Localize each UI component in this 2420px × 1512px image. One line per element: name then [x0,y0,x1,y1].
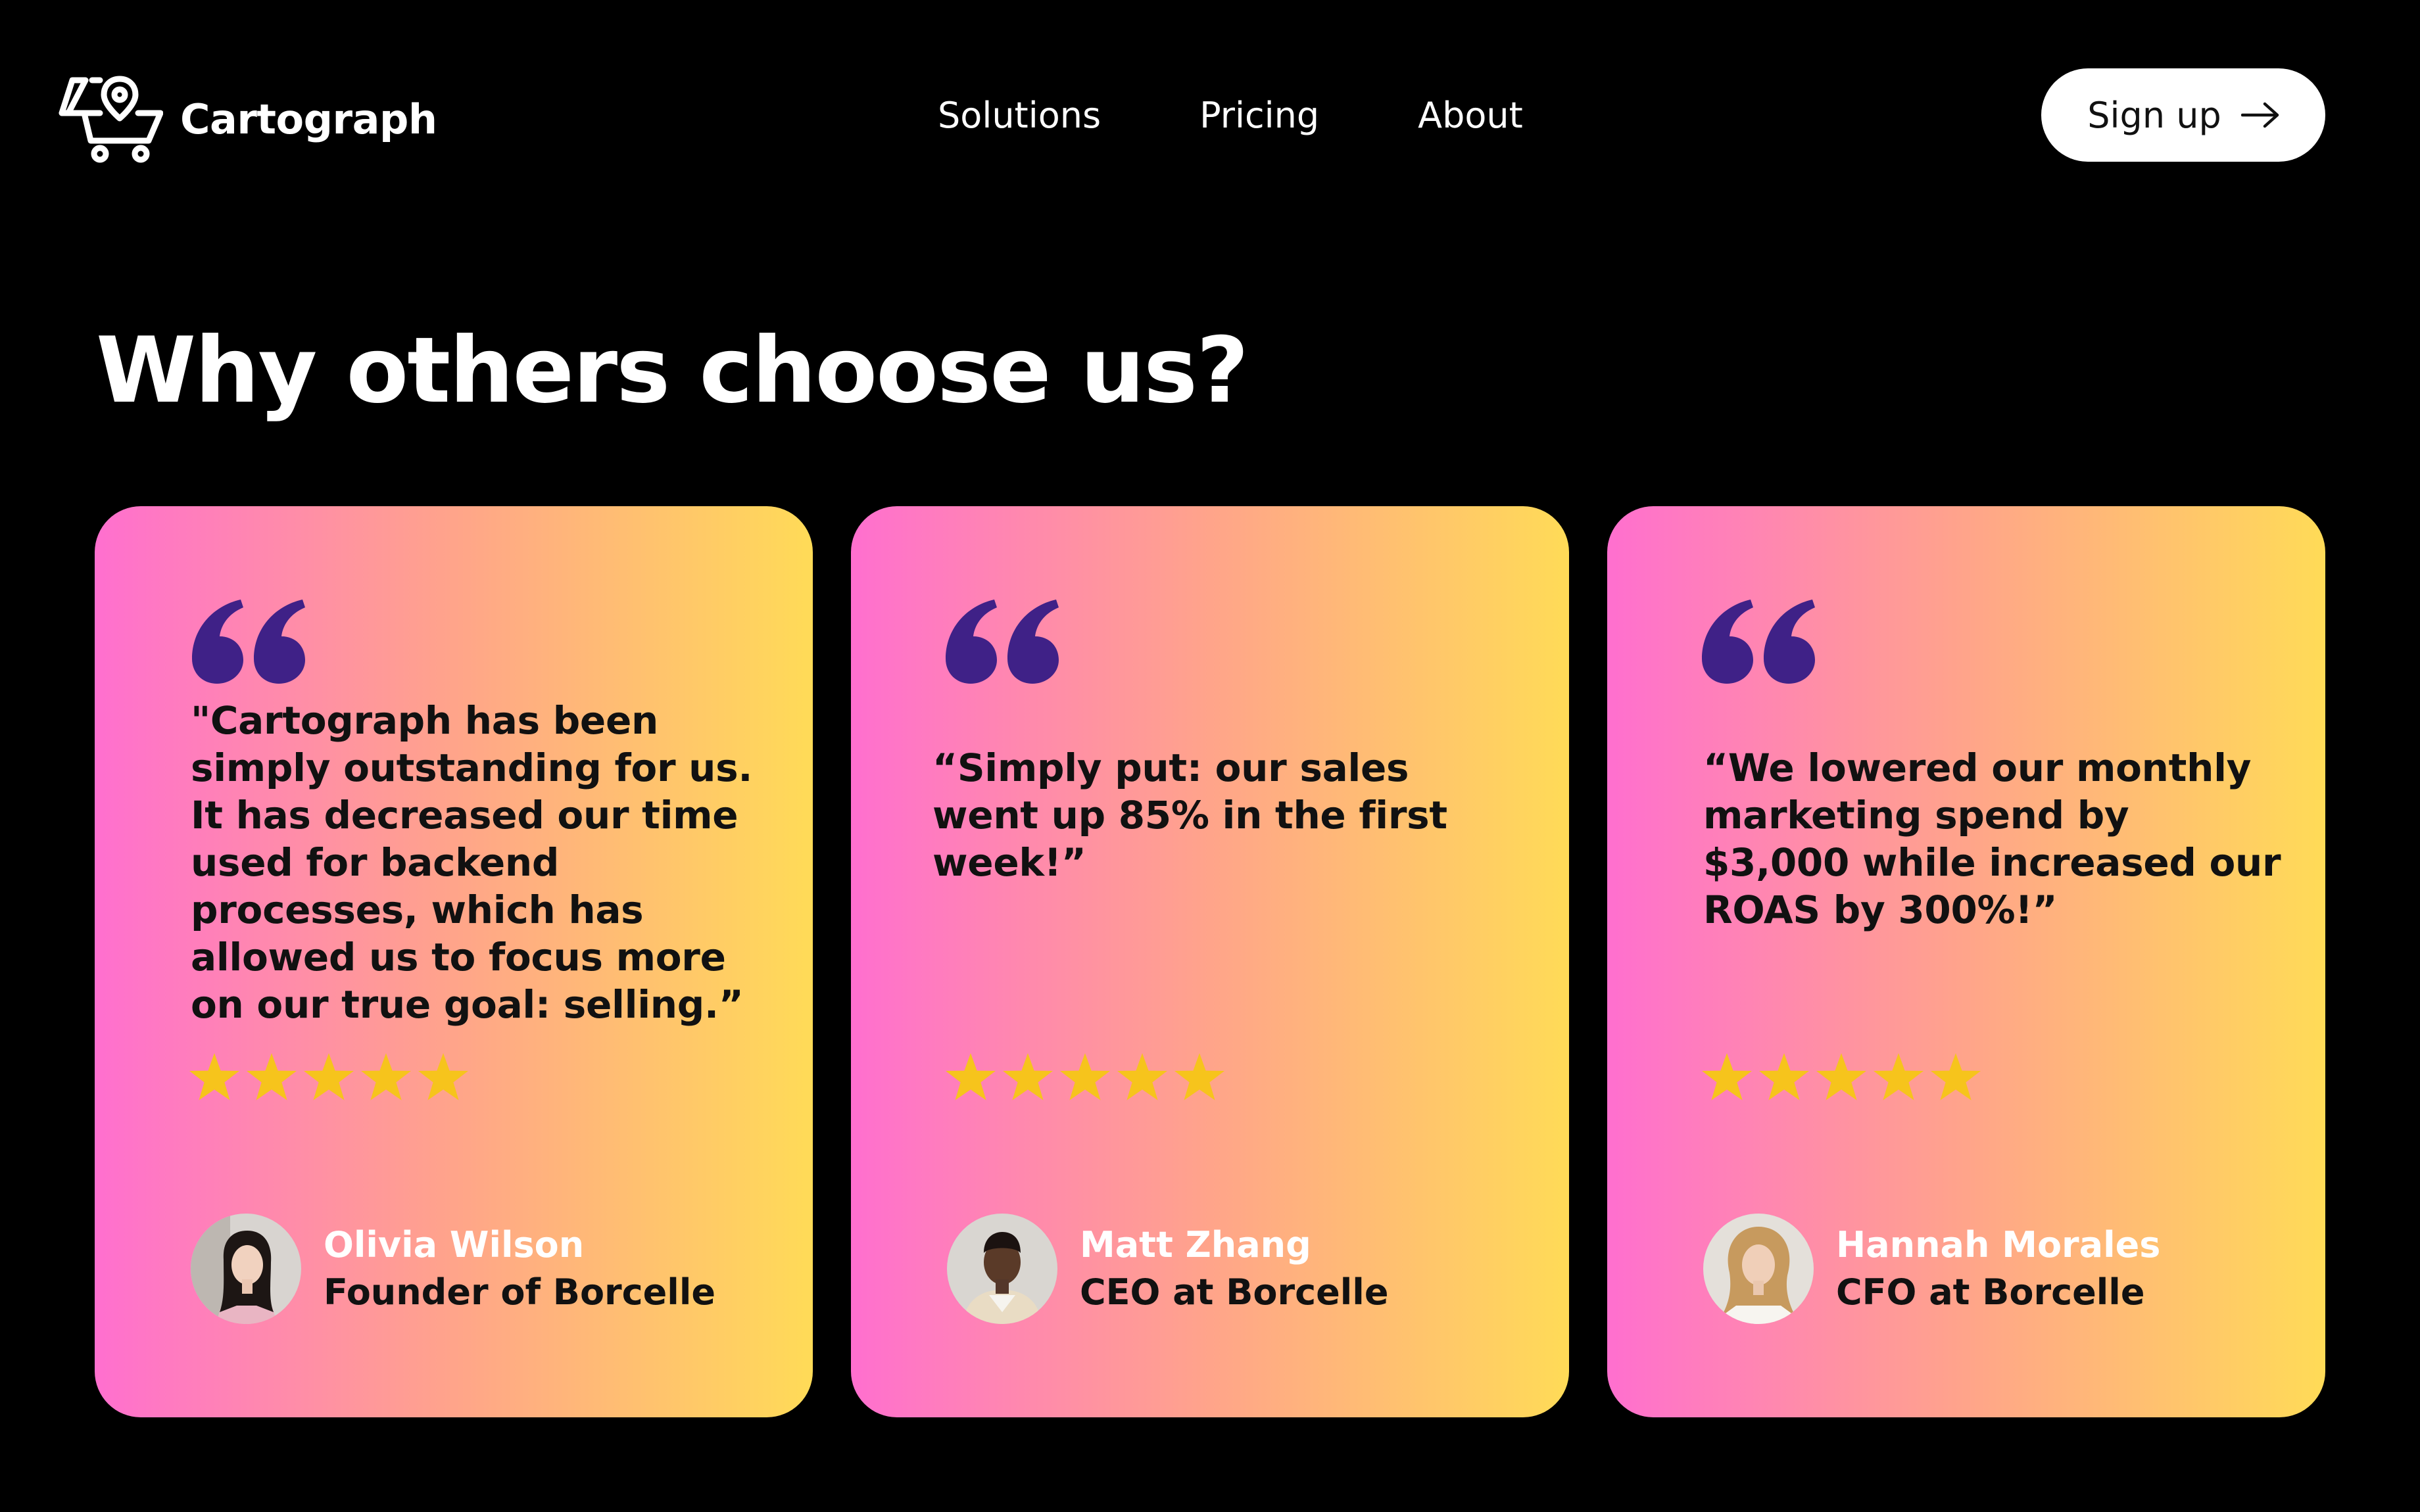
map-pin-cart-icon [58,75,163,163]
nav-item-about[interactable]: About [1418,95,1523,136]
star-icon [189,1053,239,1100]
testimonial-quote: “We lowered our monthly marketing spend … [1703,745,2281,932]
star-rating [944,1052,1230,1102]
quote-mark-icon [192,600,305,684]
brand-name: Cartograph [180,95,437,143]
star-icon [1117,1053,1167,1100]
avatar [1703,1214,1814,1324]
author-role: Founder of Borcelle [324,1271,715,1313]
author-name: Matt Zhang [1080,1224,1311,1265]
star-icon [1759,1053,1809,1100]
nav-item-pricing[interactable]: Pricing [1199,95,1319,136]
star-icon [1816,1053,1866,1100]
author-role: CEO at Borcelle [1080,1271,1389,1313]
star-icon [304,1053,354,1100]
testimonial-card: “Simply put: our sales went up 85% in th… [851,506,1569,1417]
star-icon [1174,1053,1224,1100]
star-icon [946,1053,996,1100]
testimonial-author: Olivia Wilson Founder of Borcelle [191,1214,715,1324]
star-icon [1060,1053,1110,1100]
testimonial-quote: “Simply put: our sales went up 85% in th… [932,745,1447,885]
star-rating [1701,1052,1987,1102]
avatar [191,1214,301,1324]
testimonial-author: Hannah Morales CFO at Borcelle [1703,1214,2160,1324]
testimonial-card: "Cartograph has been simply outstanding … [95,506,813,1417]
star-icon [1931,1053,1981,1100]
star-rating [188,1052,474,1102]
author-name: Olivia Wilson [324,1224,585,1265]
star-icon [1003,1053,1053,1100]
signup-button[interactable]: Sign up [2041,68,2325,162]
testimonial-quote: "Cartograph has been simply outstanding … [191,698,753,1027]
arrow-right-icon [2240,102,2279,128]
star-icon [1874,1053,1924,1100]
author-name: Hannah Morales [1836,1224,2161,1265]
star-icon [418,1053,468,1100]
author-role: CFO at Borcelle [1836,1271,2145,1313]
quote-mark-icon [946,600,1059,684]
testimonial-card: “We lowered our monthly marketing spend … [1607,506,2325,1417]
testimonial-author: Matt Zhang CEO at Borcelle [947,1214,1388,1324]
star-icon [1702,1053,1752,1100]
signup-label: Sign up [2087,94,2221,136]
brand-logo[interactable]: Cartograph [58,75,437,163]
quote-mark-icon [1702,600,1815,684]
avatar [947,1214,1057,1324]
section-title: Why others choose us? [96,318,1249,423]
nav-item-solutions[interactable]: Solutions [938,95,1101,136]
main-nav: Solutions Pricing About [938,92,1523,138]
star-icon [361,1053,411,1100]
star-icon [247,1053,297,1100]
